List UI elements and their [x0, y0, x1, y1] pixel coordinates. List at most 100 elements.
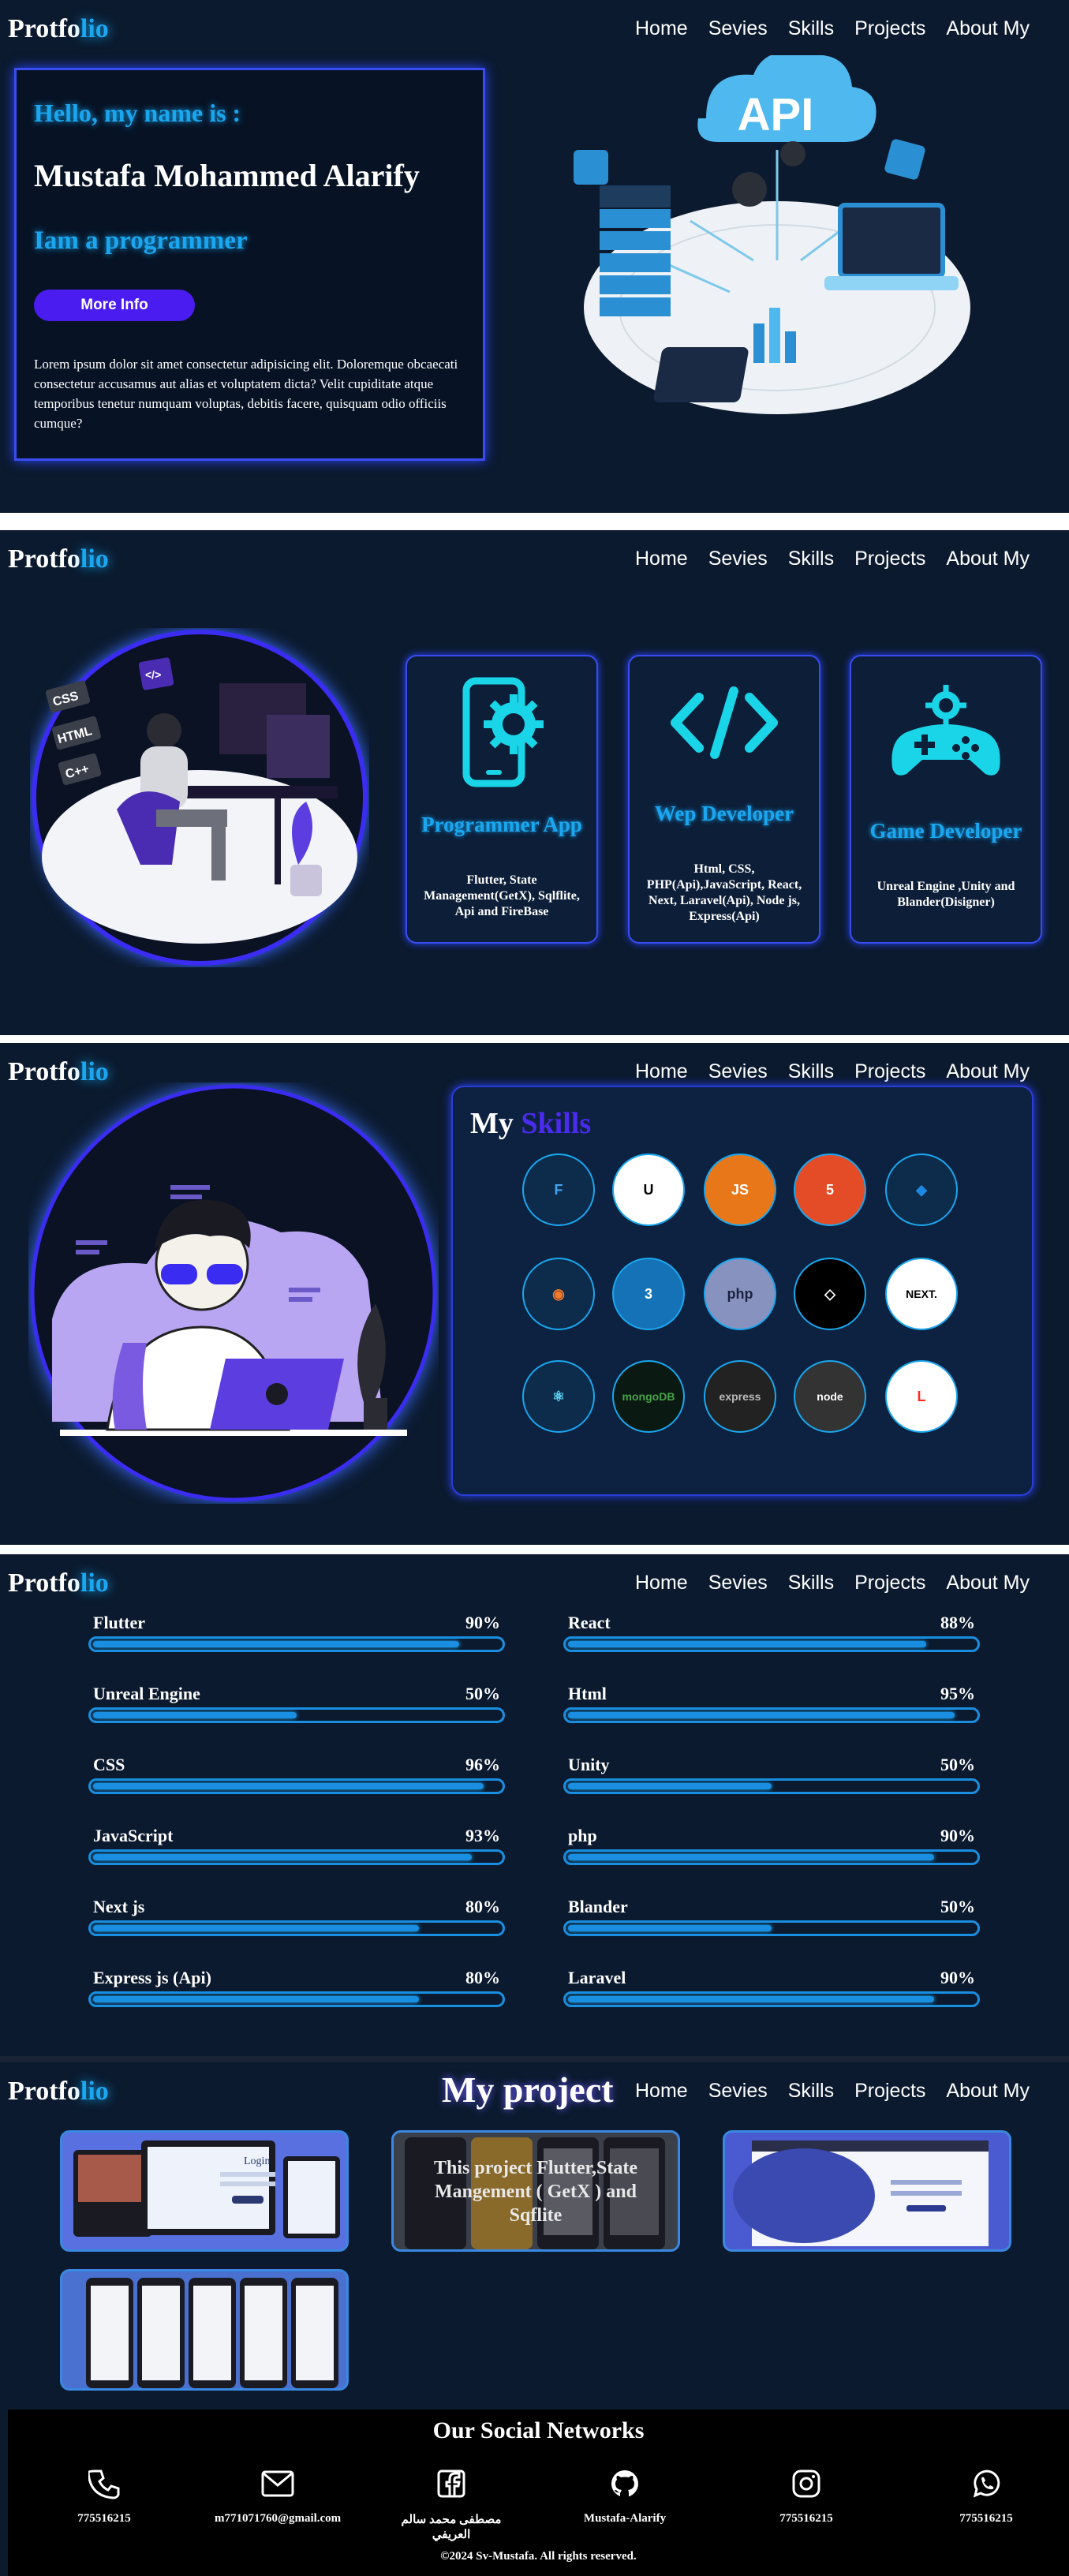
nav-skills[interactable]: Skills: [788, 1572, 834, 1595]
skill-bar-track: [88, 1991, 505, 2007]
header: Protfolio Home Sevies Skills Projects Ab…: [0, 1554, 1069, 1610]
skills-section: Protfolio Home Sevies Skills Projects Ab…: [0, 1043, 1069, 1545]
service-title: Game Developer: [869, 819, 1022, 843]
unreal-icon: U: [612, 1153, 685, 1226]
skill-bar-fill: [568, 1854, 935, 1860]
social-link[interactable]: 775516215: [41, 2465, 167, 2526]
service-title: Programmer App: [421, 813, 582, 836]
skill-bar-fill: [93, 1783, 484, 1789]
nav-services[interactable]: Sevies: [708, 1060, 768, 1083]
nav-skills[interactable]: Skills: [788, 2080, 834, 2103]
nav-home[interactable]: Home: [635, 2080, 688, 2103]
phone-gear-icon: [462, 677, 544, 787]
projects-section: Protfolio My project Home Sevies Skills …: [0, 2062, 1069, 2576]
service-desc: Unreal Engine ,Unity and Blander(Disigne…: [877, 880, 1015, 909]
nav-home[interactable]: Home: [635, 1060, 688, 1083]
skill-bar-fill: [93, 1996, 419, 2002]
copyright: ©2024 Sv-Mustafa. All rights reserved.: [440, 2550, 637, 2563]
coder-illustration: [30, 1084, 437, 1502]
service-card-game[interactable]: Game Developer Unreal Engine ,Unity and …: [850, 655, 1042, 944]
project-overlay-text: This project Flutter,State Mangement ( G…: [434, 2158, 637, 2226]
skill-bar-percent: 93%: [465, 1826, 500, 1845]
skill-bar-track: [563, 1920, 980, 1936]
skill-bar-percent: 90%: [940, 1968, 975, 1987]
nav-services[interactable]: Sevies: [708, 548, 768, 570]
nav-services[interactable]: Sevies: [708, 17, 768, 40]
social-label: 775516215: [779, 2512, 833, 2525]
nav-home[interactable]: Home: [635, 17, 688, 40]
nav-menu: Home Sevies Skills Projects About My: [635, 1572, 1030, 1595]
social-link[interactable]: مصطفى محمد سالم العريفي: [388, 2465, 514, 2542]
nav-services[interactable]: Sevies: [708, 2080, 768, 2103]
nav-projects[interactable]: Projects: [854, 17, 925, 40]
nav-skills[interactable]: Skills: [788, 17, 834, 40]
service-desc: Flutter, State Management(GetX), Sqlflit…: [424, 873, 580, 918]
skill-bar-label: php: [568, 1826, 597, 1845]
skill-bar-percent: 50%: [940, 1897, 975, 1916]
nav-home[interactable]: Home: [635, 1572, 688, 1595]
greeting: Hello, my name is :: [34, 99, 241, 127]
skill-bar-label: Next js: [93, 1897, 145, 1916]
skill-bar-track: [563, 1636, 980, 1652]
logo[interactable]: Protfolio: [8, 1568, 109, 1598]
code-icon: [671, 686, 778, 759]
skill-bar-label: React: [568, 1613, 611, 1632]
nav-projects[interactable]: Projects: [854, 1060, 925, 1083]
role-title: Iam a programmer: [34, 226, 248, 255]
logo[interactable]: Protfolio: [8, 544, 109, 574]
dart-icon: ◆: [885, 1153, 958, 1226]
nav-services[interactable]: Sevies: [708, 1572, 768, 1595]
skill-bar-fill: [568, 1925, 772, 1931]
nav-skills[interactable]: Skills: [788, 1060, 834, 1083]
html5-icon: 5: [794, 1153, 866, 1226]
nav-projects[interactable]: Projects: [854, 1572, 925, 1595]
skill-bar-percent: 50%: [940, 1755, 975, 1774]
skill-bar-track: [563, 1707, 980, 1723]
nav-about[interactable]: About My: [946, 2080, 1030, 2103]
social-link[interactable]: m771071760@gmail.com: [215, 2465, 341, 2526]
section-divider: [0, 1035, 1069, 1043]
skill-bar-percent: 88%: [940, 1613, 975, 1632]
header: Protfolio My project Home Sevies Skills …: [0, 2062, 1069, 2118]
nav-skills[interactable]: Skills: [788, 548, 834, 570]
api-illustration: API: [574, 55, 970, 414]
nav-home[interactable]: Home: [635, 548, 688, 570]
social-link[interactable]: 775516215: [743, 2465, 869, 2526]
project-screenshot: [733, 2140, 989, 2246]
mongodb-icon: mongoDB: [612, 1360, 685, 1433]
nextjs-icon: NEXT.: [885, 1258, 958, 1330]
project-card[interactable]: Login: [60, 2130, 349, 2252]
react-icon: ⚛: [522, 1360, 595, 1433]
social-label: 775516215: [77, 2512, 131, 2525]
social-link[interactable]: 775516215: [923, 2465, 1049, 2526]
project-card[interactable]: This project Flutter,State Mangement ( G…: [391, 2130, 680, 2252]
social-link[interactable]: Mustafa-Alarify: [562, 2465, 688, 2526]
tag-code: </>: [145, 668, 161, 681]
project-card[interactable]: [723, 2130, 1011, 2252]
nav-about[interactable]: About My: [946, 548, 1030, 570]
section-divider: [0, 1545, 1069, 1554]
nav-about[interactable]: About My: [946, 17, 1030, 40]
service-card-app[interactable]: Programmer App Flutter, State Management…: [406, 655, 598, 944]
nav-projects[interactable]: Projects: [854, 548, 925, 570]
nav-about[interactable]: About My: [946, 1060, 1030, 1083]
instagram-icon: [743, 2465, 869, 2503]
skill-bar-fill: [93, 1854, 472, 1860]
more-info-button[interactable]: More Info: [34, 290, 195, 321]
project-card[interactable]: [60, 2269, 349, 2391]
whatsapp-icon: [923, 2465, 1049, 2503]
skill-bar-track: [88, 1636, 505, 1652]
services-section: Protfolio Home Sevies Skills Projects Ab…: [0, 530, 1069, 1035]
nav-about[interactable]: About My: [946, 1572, 1030, 1595]
skill-bar-percent: 50%: [465, 1684, 500, 1703]
service-card-web[interactable]: Wep Developer Html, CSS, PHP(Api),JavaSc…: [628, 655, 820, 944]
skill-bar-label: Blander: [568, 1897, 628, 1916]
api-label: API: [738, 89, 814, 140]
skill-bars-section: Protfolio Home Sevies Skills Projects Ab…: [0, 1554, 1069, 2056]
logo[interactable]: Protfolio: [8, 2077, 109, 2107]
logo[interactable]: Protfolio: [8, 14, 109, 44]
skill-bar-fill: [93, 1641, 460, 1647]
service-desc: Html, CSS, PHP(Api),JavaScript, React, N…: [646, 862, 802, 923]
skill-bar-percent: 96%: [465, 1755, 500, 1774]
nav-projects[interactable]: Projects: [854, 2080, 925, 2103]
